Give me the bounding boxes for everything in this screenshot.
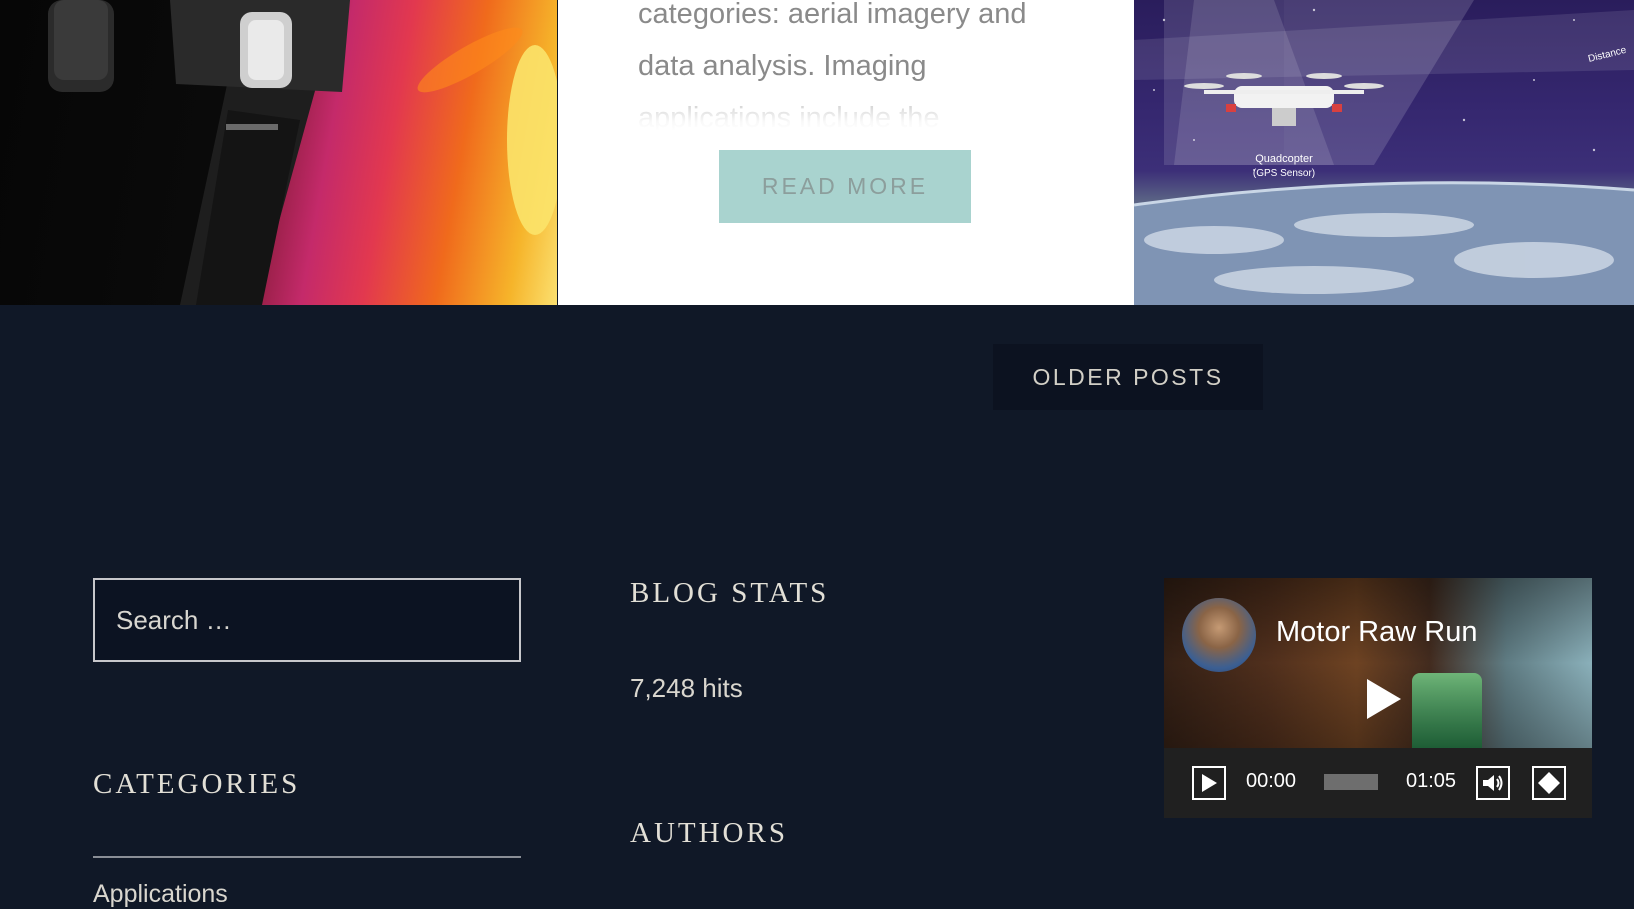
blog-stats-hits: 7,248 hits bbox=[630, 673, 743, 703]
current-time: 00:00 bbox=[1246, 770, 1297, 792]
drone-caption: Quadcopter bbox=[1255, 153, 1313, 165]
categories-divider bbox=[93, 856, 521, 858]
search-form bbox=[93, 578, 521, 662]
post-excerpt-card: categories: aerial imagery and data anal… bbox=[558, 0, 1134, 305]
big-play-icon[interactable] bbox=[1350, 666, 1416, 732]
video-title[interactable]: Motor Raw Run bbox=[1276, 616, 1477, 649]
post-thumbnail-thermal-camera[interactable] bbox=[0, 0, 557, 305]
excerpt-line-3: applications include the bbox=[638, 102, 940, 134]
duration: 01:05 bbox=[1406, 770, 1457, 792]
search-input[interactable] bbox=[114, 603, 519, 637]
fullscreen-icon[interactable] bbox=[1532, 766, 1566, 800]
authors-title: AUTHORS bbox=[630, 817, 788, 849]
thermal-camera-image bbox=[48, 0, 557, 305]
post-thumbnail-drone[interactable]: Quadcopter (GPS Sensor) Distance bbox=[1134, 0, 1634, 305]
excerpt-line-1: categories: aerial imagery and bbox=[638, 0, 1027, 30]
play-icon[interactable] bbox=[1192, 766, 1226, 800]
volume-icon[interactable] bbox=[1476, 766, 1510, 800]
older-posts-button[interactable]: OLDER POSTS bbox=[993, 344, 1263, 410]
post-excerpt: categories: aerial imagery and data anal… bbox=[638, 0, 1078, 144]
excerpt-line-2: data analysis. Imaging bbox=[638, 50, 927, 82]
read-more-button[interactable]: READ MORE bbox=[719, 150, 971, 223]
drone-illustration: Quadcopter (GPS Sensor) Distance bbox=[1134, 0, 1634, 305]
video-progress-bar[interactable] bbox=[1324, 774, 1378, 790]
channel-avatar[interactable] bbox=[1182, 598, 1256, 672]
categories-title: CATEGORIES bbox=[93, 768, 301, 800]
video-player[interactable]: Motor Raw Run 00:00 01:05 bbox=[1164, 578, 1592, 818]
video-controls: 00:00 01:05 bbox=[1164, 748, 1592, 818]
blog-stats-title: BLOG STATS bbox=[630, 577, 830, 609]
drone-caption-sub: (GPS Sensor) bbox=[1253, 168, 1315, 179]
video-thumbnail[interactable]: Motor Raw Run bbox=[1164, 578, 1592, 748]
category-link-applications[interactable]: Applications bbox=[93, 880, 228, 909]
